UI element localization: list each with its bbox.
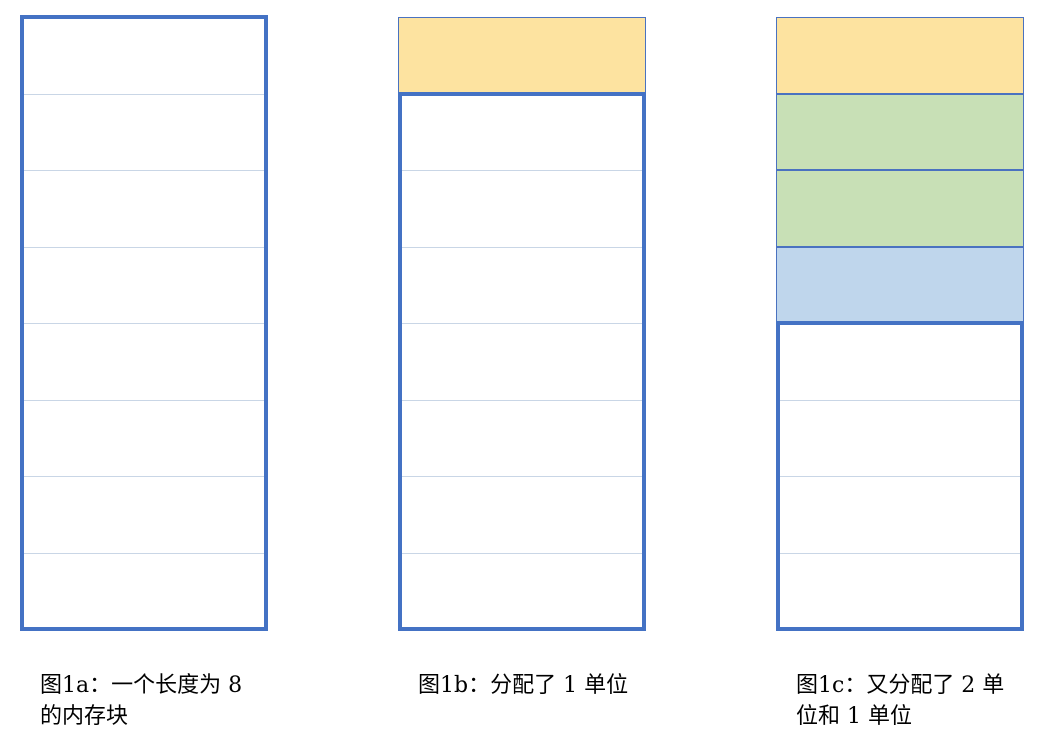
allocated-unit-1c-2: [776, 93, 1024, 170]
free-unit-1a-5: [20, 323, 268, 400]
free-unit-1b-6: [398, 399, 646, 476]
allocated-unit-1c-4: [776, 246, 1024, 323]
free-unit-1b-4: [398, 246, 646, 323]
memory-block-diagram-1c: [776, 17, 1024, 631]
free-unit-1b-2: [398, 93, 646, 170]
allocated-unit-1c-1: [776, 17, 1024, 94]
free-unit-1a-2: [20, 93, 268, 170]
free-unit-1a-7: [20, 476, 268, 553]
caption-1a: 图1a：一个长度为 8 的内存块: [40, 673, 243, 729]
free-unit-1c-7: [776, 476, 1024, 553]
free-unit-1a-8: [20, 552, 268, 629]
allocated-unit-1b-1: [398, 17, 646, 94]
caption-1c: 图1c：又分配了 2 单位和 1 单位: [796, 673, 1005, 729]
free-unit-1a-3: [20, 170, 268, 247]
free-unit-1a-4: [20, 246, 268, 323]
memory-block-diagram-1a: [20, 15, 268, 631]
free-unit-1a-6: [20, 399, 268, 476]
free-unit-1b-8: [398, 552, 646, 629]
free-unit-1b-5: [398, 323, 646, 400]
free-unit-1b-7: [398, 476, 646, 553]
free-unit-1b-3: [398, 170, 646, 247]
allocated-unit-1c-3: [776, 170, 1024, 247]
caption-1b: 图1b：分配了 1 单位: [418, 673, 629, 698]
memory-block-diagram-1b: [398, 17, 646, 631]
free-unit-1c-6: [776, 399, 1024, 476]
free-unit-1c-8: [776, 552, 1024, 629]
free-unit-1c-5: [776, 323, 1024, 400]
free-unit-1a-1: [20, 17, 268, 94]
